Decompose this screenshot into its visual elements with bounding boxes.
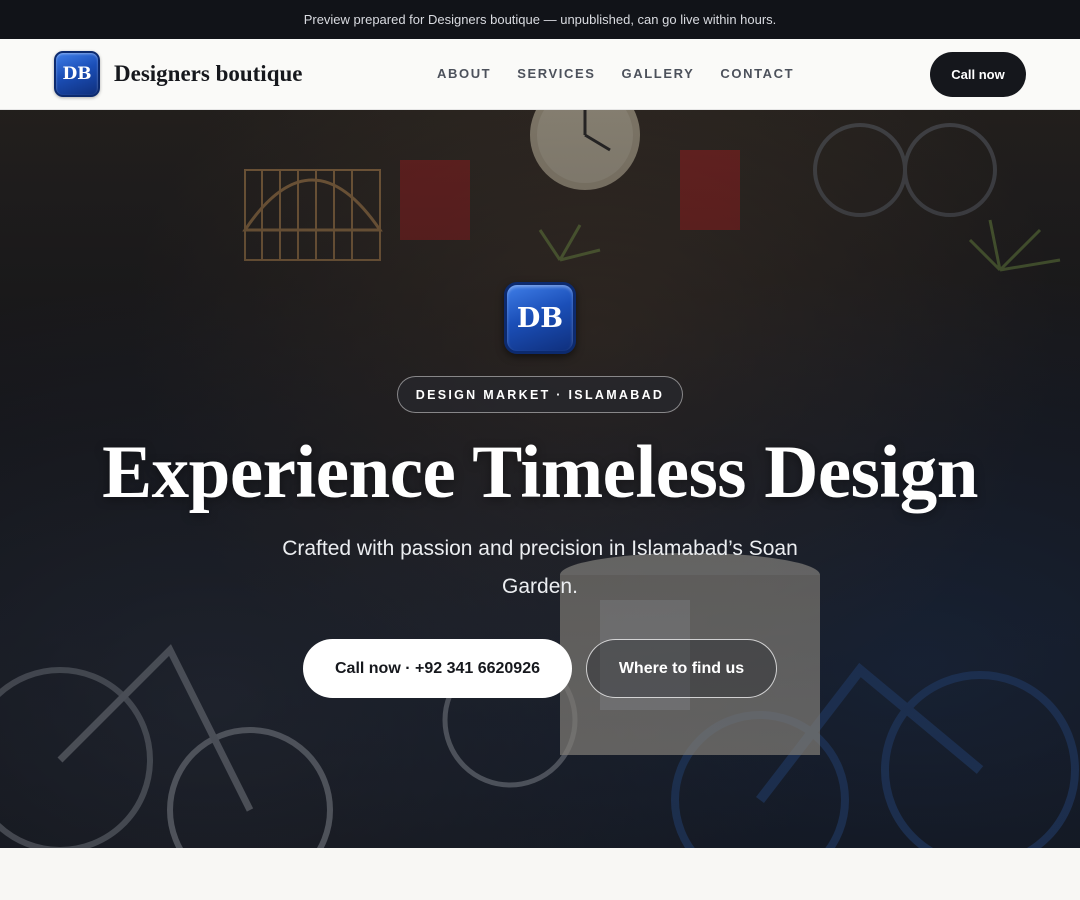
hero-headline: Experience Timeless Design bbox=[102, 431, 978, 514]
hero-section: DB DESIGN MARKET · ISLAMABAD Experience … bbox=[0, 110, 1080, 848]
preview-banner: Preview prepared for Designers boutique … bbox=[0, 0, 1080, 39]
call-now-phone-button[interactable]: Call now · +92 341 6620926 bbox=[303, 639, 572, 698]
hero-logo-badge: DB bbox=[504, 282, 576, 354]
main-menu: ABOUT SERVICES GALLERY CONTACT bbox=[437, 66, 820, 81]
find-us-button[interactable]: Where to find us bbox=[586, 639, 777, 698]
hero-logo-initials: DB bbox=[516, 302, 564, 334]
brand-name[interactable]: Designers boutique bbox=[114, 61, 303, 87]
nav-link-contact[interactable]: CONTACT bbox=[720, 66, 794, 81]
nav-link-gallery[interactable]: GALLERY bbox=[622, 66, 695, 81]
call-now-button[interactable]: Call now bbox=[930, 52, 1026, 97]
hero-tag: DESIGN MARKET · ISLAMABAD bbox=[397, 376, 683, 413]
logo-badge[interactable]: DB bbox=[54, 51, 100, 97]
nav-link-services[interactable]: SERVICES bbox=[517, 66, 595, 81]
preview-banner-text: Preview prepared for Designers boutique … bbox=[303, 12, 777, 27]
hero-subheadline: Crafted with passion and precision in Is… bbox=[282, 537, 798, 598]
logo-initials: DB bbox=[62, 64, 92, 84]
site-header: DB Designers boutique ABOUT SERVICES GAL… bbox=[0, 39, 1080, 110]
nav-link-about[interactable]: ABOUT bbox=[437, 66, 491, 81]
